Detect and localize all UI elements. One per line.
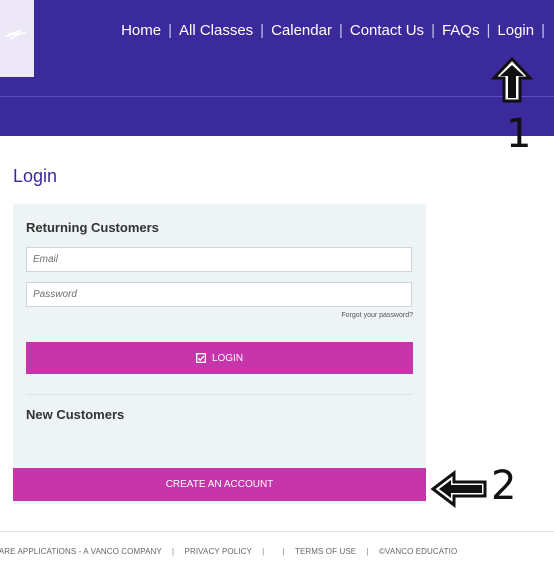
nav-home[interactable]: Home [119,22,163,39]
annotation-step-2: 2 [491,463,517,509]
new-customers-heading: New Customers [26,407,125,422]
returning-customers-heading: Returning Customers [26,220,159,235]
header-divider [0,96,554,97]
nav-all-classes[interactable]: All Classes [177,22,255,39]
nav-separator: | [338,21,343,39]
footer-separator: | [262,547,265,556]
nav-separator: | [168,21,172,39]
logo[interactable] [0,0,34,77]
nav-faqs[interactable]: FAQs [440,22,482,39]
nav-contact-us[interactable]: Contact Us [348,22,426,39]
footer-privacy-link[interactable]: PRIVACY POLICY [185,547,252,556]
top-nav: Home | All Classes | Calendar | Contact … [34,0,554,60]
footer-divider [0,531,554,532]
nav-separator: | [486,21,491,39]
footer-separator: | [366,547,369,556]
email-input[interactable] [26,247,412,272]
site-header: Home | All Classes | Calendar | Contact … [0,0,554,136]
nav-login[interactable]: Login [495,22,536,39]
password-input[interactable] [26,282,412,307]
page: Home | All Classes | Calendar | Contact … [0,0,554,562]
footer-terms-link[interactable]: TERMS OF USE [295,547,356,556]
footer-separator: | [172,547,175,556]
footer-separator: | [282,547,285,556]
nav-separator: | [260,21,265,39]
nav-calendar[interactable]: Calendar [269,22,334,39]
nav-separator: | [541,21,545,39]
site-footer: VARE APPLICATIONS - A VANCO COMPANY | PR… [0,547,457,556]
up-arrow-icon [490,56,534,103]
login-panel: Returning Customers Forgot your password… [13,204,426,504]
forgot-password-link[interactable]: Forgot your password? [341,312,413,319]
page-title: Login [13,166,58,186]
annotation-step-1: 1 [506,111,532,157]
checkbox-check-icon [195,353,206,363]
nav-separator: | [431,21,435,39]
create-account-label: CREATE AN ACCOUNT [165,479,274,490]
create-account-button[interactable]: CREATE AN ACCOUNT [13,468,426,501]
left-arrow-icon [430,470,487,508]
footer-copyright: ©VANCO EDUCATIO [379,547,458,556]
logo-mark-icon [4,30,27,40]
panel-divider [26,394,413,395]
login-button-label: LOGIN [211,352,244,364]
footer-company[interactable]: VARE APPLICATIONS - A VANCO COMPANY [0,547,162,556]
login-button[interactable]: LOGIN [26,342,413,374]
